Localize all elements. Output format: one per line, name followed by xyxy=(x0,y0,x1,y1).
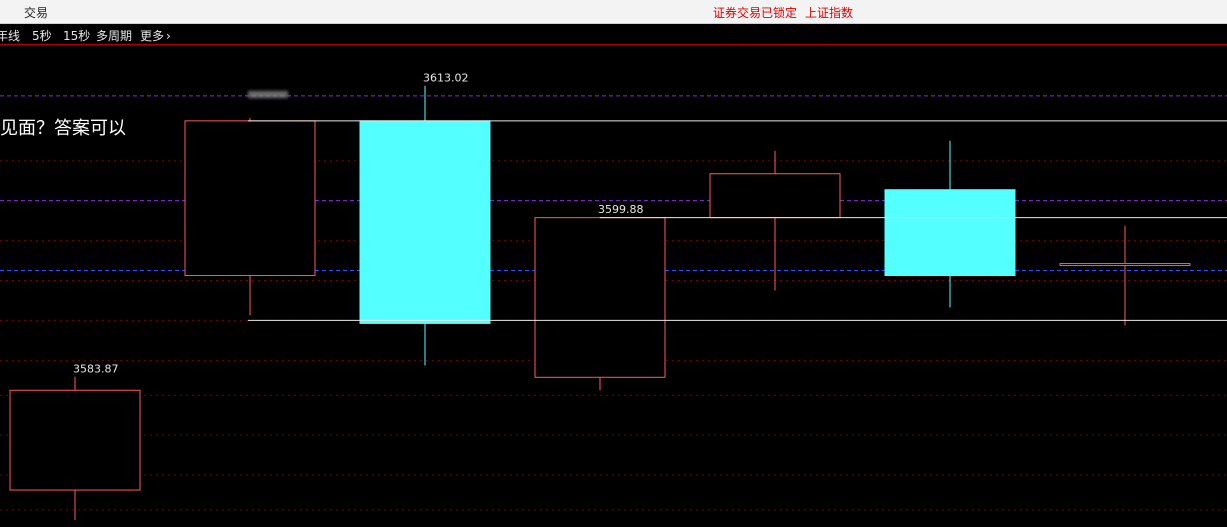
candle-body xyxy=(709,173,841,219)
candle-body xyxy=(1059,263,1191,267)
kline-chart[interactable]: 3583.87 3613.02 3599.88 xyxy=(0,45,1227,527)
period-15s[interactable]: 15秒 xyxy=(63,27,90,44)
blurred-label xyxy=(248,91,288,98)
candle-body xyxy=(884,189,1016,277)
window-title: 交易 xyxy=(24,6,49,20)
candle-body xyxy=(534,217,666,378)
period-more-label: 更多 xyxy=(140,29,165,43)
index-name[interactable]: 上证指数 xyxy=(805,4,853,21)
overlay-text: 见面？答案可以 xyxy=(0,118,126,139)
candle-body xyxy=(359,120,491,324)
candle-body xyxy=(9,389,141,491)
lock-status[interactable]: 证券交易已锁定 xyxy=(713,4,797,21)
period-toolbar: 年线 5秒 15秒 多周期 更多 › xyxy=(0,24,1227,45)
high-label: 3583.87 xyxy=(73,363,119,376)
candle-body xyxy=(184,120,316,277)
period-multi[interactable]: 多周期 xyxy=(96,27,132,44)
period-year[interactable]: 年线 xyxy=(0,27,20,44)
high-label: 3613.02 xyxy=(423,72,469,85)
high-label: 3599.88 xyxy=(598,203,644,216)
title-bar: 交易 证券交易已锁定 上证指数 xyxy=(0,0,1227,24)
period-more[interactable]: 更多 › xyxy=(140,27,171,44)
chevron-right-icon: › xyxy=(166,29,171,43)
period-5s[interactable]: 5秒 xyxy=(32,27,52,44)
